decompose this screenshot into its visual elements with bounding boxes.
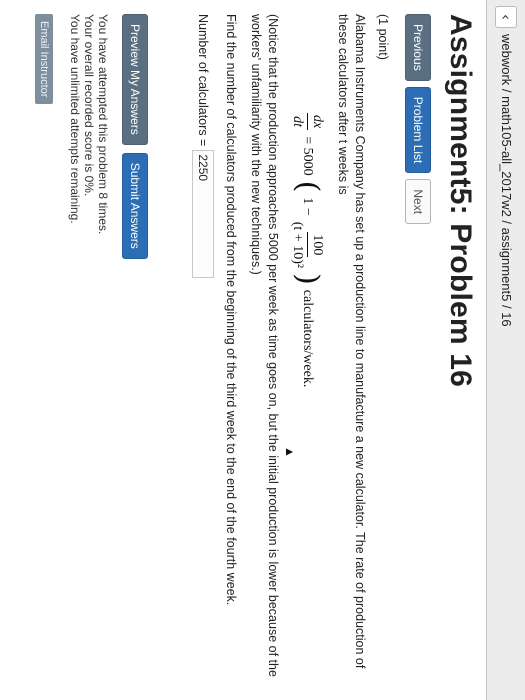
page-content: Assignment5: Problem 16 Previous Problem… bbox=[0, 0, 487, 700]
problem-note: (Notice that the production approaches 5… bbox=[249, 14, 280, 677]
mouse-cursor-icon: ▲ bbox=[283, 446, 297, 458]
answer-input[interactable] bbox=[192, 150, 214, 279]
rate-equation: dx dt = 5000 ( 1 − 100 (t + 10)² ) calcu… bbox=[289, 110, 326, 678]
attempt-status: You have attempted this problem 8 times.… bbox=[68, 14, 110, 678]
equation-paren-open: ( bbox=[290, 180, 326, 193]
equation-equals: = 5000 bbox=[300, 136, 315, 176]
rotated-screen: ‹ webwork / math105-all_2017w2 / assignm… bbox=[0, 0, 525, 700]
score-text: Your overall recorded score is 0%. bbox=[82, 14, 96, 197]
back-icon[interactable]: ‹ bbox=[495, 6, 517, 28]
answer-actions: Preview My Answers Submit Answers bbox=[122, 14, 148, 678]
derivative-denominator: dt bbox=[290, 116, 305, 128]
equation-paren-close: ) bbox=[290, 273, 326, 285]
attempts-text: You have attempted this problem 8 times. bbox=[96, 14, 110, 235]
remaining-text: You have unlimited attempts remaining. bbox=[68, 14, 82, 224]
email-instructor-button[interactable]: Email Instructor bbox=[35, 14, 53, 105]
problem-body: (1 point) Alabama Instruments Company ha… bbox=[192, 14, 391, 678]
previous-button[interactable]: Previous bbox=[405, 14, 431, 81]
equation-units: calculators/week. bbox=[300, 289, 315, 388]
breadcrumb: webwork / math105-all_2017w2 / assignmen… bbox=[499, 34, 514, 327]
problem-question: Find the number of calculators produced … bbox=[224, 14, 238, 606]
browser-chrome: ‹ webwork / math105-all_2017w2 / assignm… bbox=[486, 0, 525, 700]
preview-answers-button[interactable]: Preview My Answers bbox=[122, 14, 148, 145]
problem-points: (1 point) bbox=[376, 14, 390, 60]
equation-one-minus: 1 − bbox=[300, 197, 315, 216]
derivative-numerator: dx bbox=[307, 113, 326, 131]
page-title: Assignment5: Problem 16 bbox=[444, 14, 477, 388]
inner-fraction: 100 (t + 10)² bbox=[289, 222, 326, 268]
submit-answers-button[interactable]: Submit Answers bbox=[122, 152, 148, 259]
answer-row: Number of calculators = bbox=[192, 14, 214, 678]
problem-nav: Previous Problem List Next bbox=[405, 14, 431, 678]
derivative-fraction: dx dt bbox=[289, 113, 326, 131]
answer-label: Number of calculators = bbox=[196, 14, 211, 147]
problem-statement: Alabama Instruments Company has set up a… bbox=[336, 14, 367, 669]
problem-list-button[interactable]: Problem List bbox=[405, 86, 431, 174]
next-button[interactable]: Next bbox=[405, 179, 431, 225]
inner-numerator: 100 bbox=[307, 232, 326, 258]
inner-denominator: (t + 10)² bbox=[290, 221, 305, 269]
